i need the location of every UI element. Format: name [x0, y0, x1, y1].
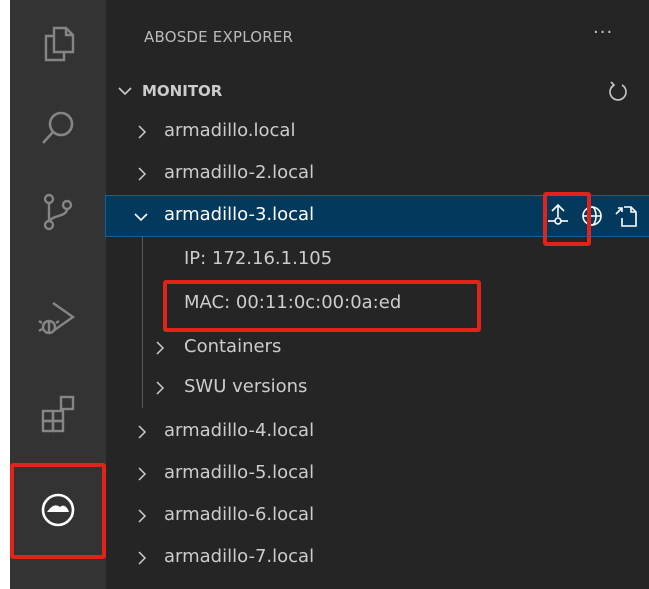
- chevron-right-icon: [138, 467, 147, 481]
- device-label: armadillo-6.local: [164, 504, 315, 525]
- swu-versions-item[interactable]: SWU versions: [106, 368, 649, 408]
- device-item-armadillo-4[interactable]: armadillo-4.local: [106, 412, 649, 452]
- containers-label: Containers: [184, 336, 282, 357]
- device-label: armadillo-7.local: [164, 546, 315, 567]
- chevron-down-icon: [118, 87, 132, 96]
- chevron-right-icon: [138, 167, 147, 181]
- device-ip[interactable]: IP: 172.16.1.105: [106, 240, 649, 280]
- chevron-right-icon: [156, 341, 165, 355]
- more-actions-button[interactable]: ···: [593, 22, 613, 43]
- chevron-right-icon: [138, 125, 147, 139]
- chevron-right-icon: [156, 381, 165, 395]
- device-label: armadillo-5.local: [164, 462, 315, 483]
- search-icon[interactable]: [10, 86, 106, 170]
- chevron-right-icon: [138, 509, 147, 523]
- sidebar-title: ABOSDE EXPLORER: [144, 28, 294, 46]
- monitor-section-title: MONITOR: [142, 82, 223, 100]
- source-control-icon[interactable]: [10, 170, 106, 254]
- highlight-box-mac: [163, 280, 481, 332]
- open-external-icon[interactable]: [609, 202, 643, 230]
- device-item-armadillo-5[interactable]: armadillo-5.local: [106, 454, 649, 494]
- chevron-right-icon: [138, 551, 147, 565]
- device-item-armadillo-7[interactable]: armadillo-7.local: [106, 538, 649, 578]
- highlight-box-abosde: [10, 463, 106, 559]
- device-label: armadillo-2.local: [164, 162, 315, 183]
- chevron-down-icon: [134, 213, 148, 222]
- ip-label: IP: 172.16.1.105: [184, 248, 333, 269]
- explorer-icon[interactable]: [10, 2, 106, 86]
- extensions-icon[interactable]: [10, 372, 106, 456]
- device-label: armadillo.local: [164, 120, 296, 141]
- device-label: armadillo-4.local: [164, 420, 315, 441]
- device-item-armadillo-6[interactable]: armadillo-6.local: [106, 496, 649, 536]
- device-item-armadillo-2[interactable]: armadillo-2.local: [106, 154, 649, 194]
- monitor-section-header[interactable]: MONITOR: [106, 76, 649, 108]
- device-item-armadillo[interactable]: armadillo.local: [106, 112, 649, 152]
- device-label: armadillo-3.local: [164, 204, 315, 225]
- swu-versions-label: SWU versions: [184, 376, 308, 397]
- containers-item[interactable]: Containers: [106, 328, 649, 368]
- highlight-box-globe: [543, 192, 591, 246]
- run-debug-icon[interactable]: [10, 276, 106, 360]
- refresh-icon[interactable]: [606, 80, 630, 104]
- chevron-right-icon: [138, 425, 147, 439]
